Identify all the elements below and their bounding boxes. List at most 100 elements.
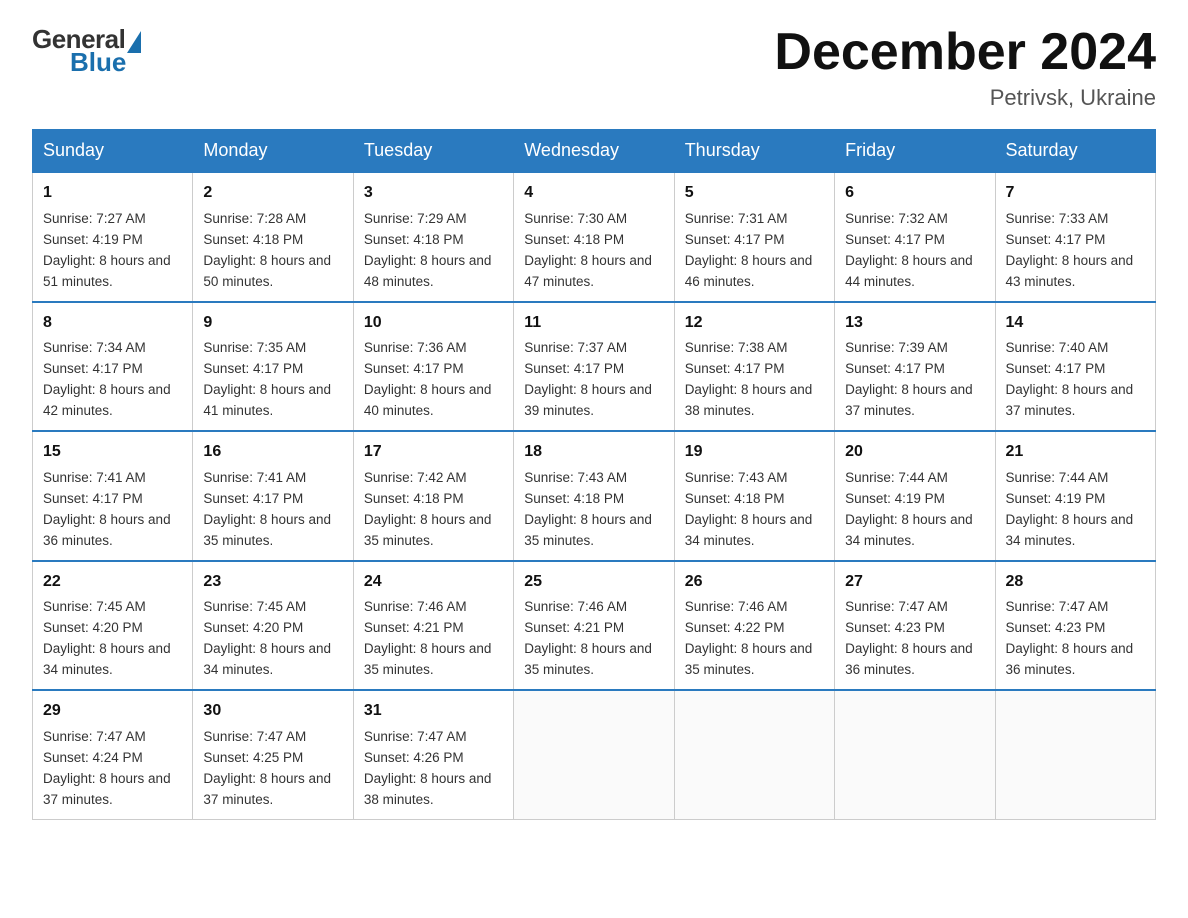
sunset-text: Sunset: 4:21 PM	[524, 620, 624, 635]
sunrise-text: Sunrise: 7:43 AM	[685, 470, 788, 485]
table-row: 9Sunrise: 7:35 AMSunset: 4:17 PMDaylight…	[193, 302, 353, 431]
day-number: 8	[43, 311, 182, 336]
day-number: 25	[524, 570, 663, 595]
logo-blue-line2: Blue	[70, 47, 126, 78]
daylight-text: Daylight: 8 hours and 38 minutes.	[685, 382, 813, 418]
day-number: 3	[364, 181, 503, 206]
sunrise-text: Sunrise: 7:43 AM	[524, 470, 627, 485]
sunset-text: Sunset: 4:18 PM	[524, 491, 624, 506]
sunrise-text: Sunrise: 7:31 AM	[685, 211, 788, 226]
daylight-text: Daylight: 8 hours and 37 minutes.	[203, 771, 331, 807]
logo: General Blue	[32, 24, 142, 78]
day-number: 29	[43, 699, 182, 724]
table-row: 5Sunrise: 7:31 AMSunset: 4:17 PMDaylight…	[674, 172, 834, 301]
sunset-text: Sunset: 4:23 PM	[845, 620, 945, 635]
daylight-text: Daylight: 8 hours and 35 minutes.	[364, 512, 492, 548]
daylight-text: Daylight: 8 hours and 35 minutes.	[685, 641, 813, 677]
day-number: 22	[43, 570, 182, 595]
table-row: 14Sunrise: 7:40 AMSunset: 4:17 PMDayligh…	[995, 302, 1155, 431]
day-number: 1	[43, 181, 182, 206]
col-sunday: Sunday	[33, 130, 193, 173]
title-block: December 2024 Petrivsk, Ukraine	[774, 24, 1156, 111]
daylight-text: Daylight: 8 hours and 34 minutes.	[203, 641, 331, 677]
daylight-text: Daylight: 8 hours and 35 minutes.	[524, 641, 652, 677]
sunset-text: Sunset: 4:17 PM	[685, 232, 785, 247]
calendar-week-row: 29 Sunrise: 7:47 AM Sunset: 4:24 PM Dayligh…	[33, 690, 1156, 819]
sunset-text: Sunset: 4:17 PM	[1006, 361, 1106, 376]
table-row: 26Sunrise: 7:46 AMSunset: 4:22 PMDayligh…	[674, 561, 834, 690]
daylight-text: Daylight: 8 hours and 50 minutes.	[203, 253, 331, 289]
sunset-text: Sunset: 4:17 PM	[685, 361, 785, 376]
table-row: 25 Sunrise: 7:46 AM Sunset: 4:21 PM Dayligh…	[514, 561, 674, 690]
daylight-text: Daylight: 8 hours and 39 minutes.	[524, 382, 652, 418]
daylight-text: Daylight: 8 hours and 36 minutes.	[43, 512, 171, 548]
daylight-text: Daylight: 8 hours and 41 minutes.	[203, 382, 331, 418]
table-row: 2Sunrise: 7:28 AMSunset: 4:18 PMDaylight…	[193, 172, 353, 301]
calendar-week-row: 1Sunrise: 7:27 AMSunset: 4:19 PMDaylight…	[33, 172, 1156, 301]
day-number: 16	[203, 440, 342, 465]
daylight-text: Daylight: 8 hours and 37 minutes.	[845, 382, 973, 418]
sunrise-text: Sunrise: 7:40 AM	[1006, 340, 1109, 355]
table-row: 1Sunrise: 7:27 AMSunset: 4:19 PMDaylight…	[33, 172, 193, 301]
day-number: 7	[1006, 181, 1145, 206]
daylight-text: Daylight: 8 hours and 34 minutes.	[685, 512, 813, 548]
day-number: 2	[203, 181, 342, 206]
sunset-text: Sunset: 4:25 PM	[203, 750, 303, 765]
sunrise-text: Sunrise: 7:46 AM	[364, 599, 467, 614]
daylight-text: Daylight: 8 hours and 36 minutes.	[1006, 641, 1134, 677]
calendar-week-row: 22Sunrise: 7:45 AMSunset: 4:20 PMDayligh…	[33, 561, 1156, 690]
day-number: 6	[845, 181, 984, 206]
calendar-week-row: 15Sunrise: 7:41 AMSunset: 4:17 PMDayligh…	[33, 431, 1156, 560]
daylight-text: Daylight: 8 hours and 34 minutes.	[845, 512, 973, 548]
col-wednesday: Wednesday	[514, 130, 674, 173]
day-number: 13	[845, 311, 984, 336]
col-saturday: Saturday	[995, 130, 1155, 173]
table-row: 17Sunrise: 7:42 AMSunset: 4:18 PMDayligh…	[353, 431, 513, 560]
day-number: 17	[364, 440, 503, 465]
day-number: 26	[685, 570, 824, 595]
day-number: 20	[845, 440, 984, 465]
col-monday: Monday	[193, 130, 353, 173]
day-number: 19	[685, 440, 824, 465]
day-number: 10	[364, 311, 503, 336]
daylight-text: Daylight: 8 hours and 34 minutes.	[1006, 512, 1134, 548]
table-row: 19Sunrise: 7:43 AMSunset: 4:18 PMDayligh…	[674, 431, 834, 560]
sunrise-text: Sunrise: 7:39 AM	[845, 340, 948, 355]
sunset-text: Sunset: 4:19 PM	[1006, 491, 1106, 506]
sunrise-text: Sunrise: 7:47 AM	[845, 599, 948, 614]
daylight-text: Daylight: 8 hours and 35 minutes.	[203, 512, 331, 548]
sunset-text: Sunset: 4:24 PM	[43, 750, 143, 765]
daylight-text: Daylight: 8 hours and 42 minutes.	[43, 382, 171, 418]
sunset-text: Sunset: 4:17 PM	[203, 491, 303, 506]
sunset-text: Sunset: 4:17 PM	[845, 232, 945, 247]
table-row: 6Sunrise: 7:32 AMSunset: 4:17 PMDaylight…	[835, 172, 995, 301]
sunset-text: Sunset: 4:17 PM	[1006, 232, 1106, 247]
sunrise-text: Sunrise: 7:47 AM	[364, 729, 467, 744]
day-number: 30	[203, 699, 342, 724]
table-row	[835, 690, 995, 819]
table-row	[674, 690, 834, 819]
col-thursday: Thursday	[674, 130, 834, 173]
daylight-text: Daylight: 8 hours and 35 minutes.	[524, 512, 652, 548]
table-row: 28Sunrise: 7:47 AMSunset: 4:23 PMDayligh…	[995, 561, 1155, 690]
sunrise-text: Sunrise: 7:27 AM	[43, 211, 146, 226]
sunrise-text: Sunrise: 7:46 AM	[685, 599, 788, 614]
daylight-text: Daylight: 8 hours and 40 minutes.	[364, 382, 492, 418]
table-row: 12Sunrise: 7:38 AMSunset: 4:17 PMDayligh…	[674, 302, 834, 431]
col-tuesday: Tuesday	[353, 130, 513, 173]
day-number: 23	[203, 570, 342, 595]
day-number: 9	[203, 311, 342, 336]
daylight-text: Daylight: 8 hours and 34 minutes.	[43, 641, 171, 677]
sunrise-text: Sunrise: 7:46 AM	[524, 599, 627, 614]
sunrise-text: Sunrise: 7:47 AM	[43, 729, 146, 744]
table-row	[514, 690, 674, 819]
sunset-text: Sunset: 4:17 PM	[43, 361, 143, 376]
sunrise-text: Sunrise: 7:42 AM	[364, 470, 467, 485]
daylight-text: Daylight: 8 hours and 36 minutes.	[845, 641, 973, 677]
sunrise-text: Sunrise: 7:44 AM	[845, 470, 948, 485]
sunset-text: Sunset: 4:19 PM	[845, 491, 945, 506]
day-number: 28	[1006, 570, 1145, 595]
sunrise-text: Sunrise: 7:47 AM	[1006, 599, 1109, 614]
sunrise-text: Sunrise: 7:45 AM	[203, 599, 306, 614]
calendar-header-row: Sunday Monday Tuesday Wednesday Thursday…	[33, 130, 1156, 173]
